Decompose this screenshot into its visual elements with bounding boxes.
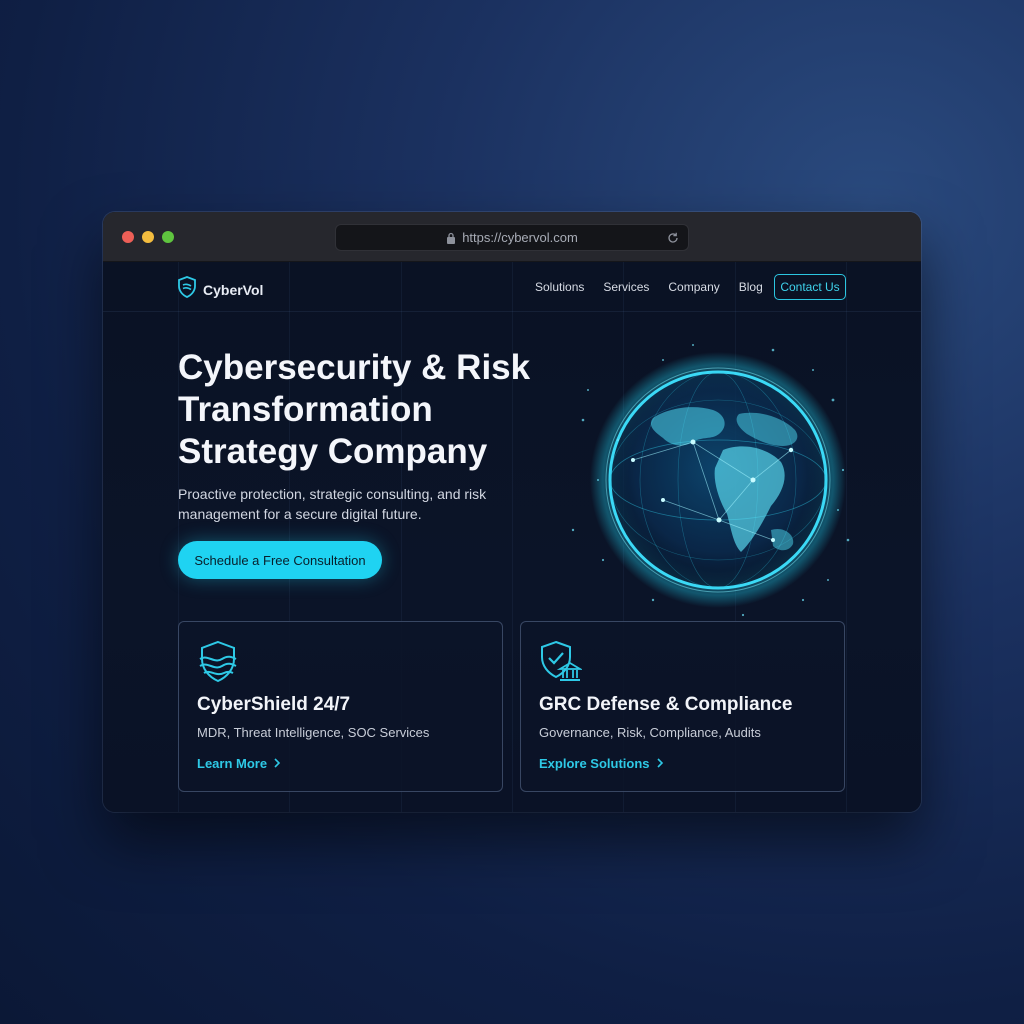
contact-us-button[interactable]: Contact Us [774,274,846,300]
card-title: GRC Defense & Compliance [539,694,793,715]
globe-illustration [543,330,863,630]
reload-icon[interactable] [666,231,680,245]
nav-link-blog[interactable]: Blog [739,280,763,294]
url-text: https://cybervol.com [462,230,578,245]
brand-logo[interactable]: CyberVol [177,276,263,303]
brand-name: CyberVol [203,281,264,298]
nav-link-solutions[interactable]: Solutions [535,280,584,294]
explore-solutions-link[interactable]: Explore Solutions [539,756,664,771]
address-bar[interactable]: https://cybervol.com [335,224,689,251]
hero-subtitle: Proactive protection, strategic consulti… [178,486,487,522]
nav-links: Solutions Services Company Blog [535,280,782,294]
nav-link-company[interactable]: Company [668,280,719,294]
top-navigation: CyberVol Solutions Services Company Blog… [103,262,921,312]
card-description: Governance, Risk, Compliance, Audits [539,725,761,740]
hero-title: Cybersecurity & Risk Transformation Stra… [178,348,531,471]
schedule-consultation-button[interactable]: Schedule a Free Consultation [178,541,382,579]
service-card-grc[interactable]: GRC Defense & Compliance Governance, Ris… [520,621,845,792]
chevron-right-icon [273,756,281,771]
card-description: MDR, Threat Intelligence, SOC Services [197,725,430,740]
lock-icon [446,232,456,244]
learn-more-link[interactable]: Learn More [197,756,281,771]
web-page: CyberVol Solutions Services Company Blog… [103,262,921,812]
grid-line [512,262,513,812]
service-card-cybershield[interactable]: CyberShield 24/7 MDR, Threat Intelligenc… [178,621,503,792]
shield-building-icon [538,639,584,683]
minimize-window-button[interactable] [142,231,154,243]
card-link-label: Learn More [197,756,268,771]
browser-titlebar: https://cybervol.com [103,212,921,262]
shield-waves-icon [196,639,240,683]
card-title: CyberShield 24/7 [197,694,351,715]
card-link-label: Explore Solutions [539,756,650,771]
shield-logo-icon [177,276,197,303]
chevron-right-icon [656,756,664,771]
close-window-button[interactable] [122,231,134,243]
maximize-window-button[interactable] [162,231,174,243]
browser-window: https://cybervol.com CyberVol Solutions … [103,212,921,812]
nav-link-services[interactable]: Services [603,280,649,294]
